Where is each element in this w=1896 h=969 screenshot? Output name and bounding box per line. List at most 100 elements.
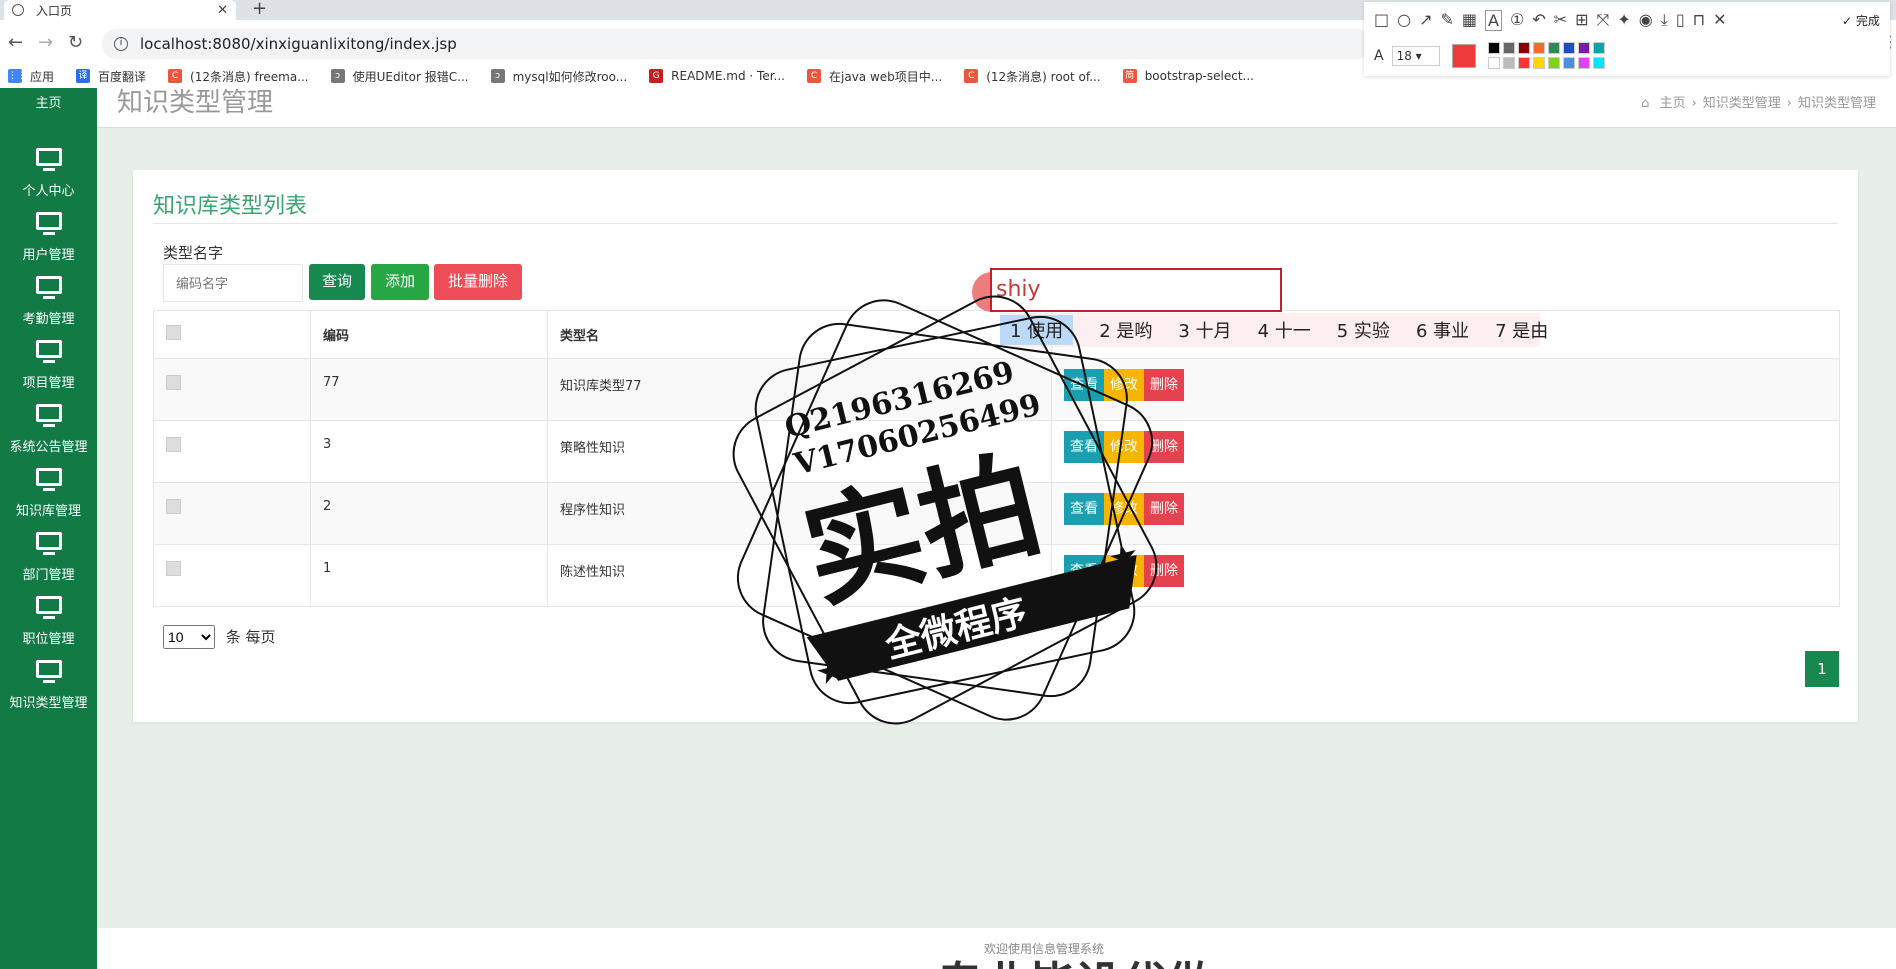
color-swatch[interactable] xyxy=(1578,42,1590,54)
monitor-icon xyxy=(35,404,62,427)
delete-button[interactable]: 删除 xyxy=(1144,555,1184,587)
font-size-value: 18 xyxy=(1396,49,1412,63)
color-swatch[interactable] xyxy=(1578,57,1590,69)
edit-button[interactable]: 修改 xyxy=(1104,431,1144,463)
close-tab-icon[interactable]: ✕ xyxy=(217,3,228,18)
sidebar-item[interactable]: 知识类型管理 xyxy=(0,660,97,730)
forward-icon[interactable]: → xyxy=(38,32,53,53)
bookmark-item[interactable]: ↄ 使用UEditor 报错C... xyxy=(330,68,469,85)
sidebar-item[interactable]: 系统公告管理 xyxy=(0,404,97,474)
delete-button[interactable]: 删除 xyxy=(1144,493,1184,525)
pin-to-screen-icon[interactable]: ✦ xyxy=(1617,10,1630,31)
ime-candidate[interactable]: 5 实验 xyxy=(1337,317,1390,343)
text-tool-icon[interactable]: A xyxy=(1485,10,1502,31)
select-all-checkbox[interactable] xyxy=(166,325,181,340)
browser-tab[interactable]: 入口页 ✕ xyxy=(4,0,236,20)
sidebar-item[interactable]: 考勤管理 xyxy=(0,276,97,346)
bookmark-item[interactable]: 简 bootstrap-select... xyxy=(1122,69,1254,83)
done-button[interactable]: ✓ 完成 xyxy=(1842,12,1880,29)
back-icon[interactable]: ← xyxy=(8,32,23,53)
ime-candidate[interactable]: 1 使用 xyxy=(1000,315,1074,345)
cancel-icon[interactable]: ✕ xyxy=(1713,10,1726,31)
phone-icon[interactable]: ▯ xyxy=(1676,10,1685,31)
record-icon[interactable]: ◉ xyxy=(1639,10,1653,31)
url-field[interactable]: i localhost:8080/xinxiguanlixitong/index… xyxy=(102,29,1372,59)
ime-candidate[interactable]: 3 十月 xyxy=(1178,317,1231,343)
pagination-current-page[interactable]: 1 xyxy=(1805,651,1839,687)
number-tool-icon[interactable]: ① xyxy=(1510,10,1524,31)
info-icon[interactable]: i xyxy=(114,37,128,51)
row-checkbox[interactable] xyxy=(166,375,181,390)
current-color-swatch[interactable] xyxy=(1452,44,1476,68)
pen-tool-icon[interactable]: ✎ xyxy=(1441,10,1454,31)
column-header-name: 类型名 xyxy=(547,310,1052,359)
page-size-select[interactable]: 10 xyxy=(163,625,215,649)
pin-icon[interactable]: ✂ xyxy=(1554,10,1567,31)
color-swatch[interactable] xyxy=(1593,57,1605,69)
monitor-icon xyxy=(35,340,62,363)
color-swatch[interactable] xyxy=(1533,57,1545,69)
bookmark-item[interactable]: ↄ mysql如何修改roo... xyxy=(490,68,627,85)
color-swatch[interactable] xyxy=(1503,57,1515,69)
color-swatch[interactable] xyxy=(1488,42,1500,54)
breadcrumb-item[interactable]: 知识类型管理 xyxy=(1703,96,1781,111)
color-swatch[interactable] xyxy=(1488,57,1500,69)
ocr-icon[interactable]: ⊞ xyxy=(1575,10,1588,31)
ime-candidate[interactable]: 6 事业 xyxy=(1416,317,1469,343)
breadcrumb-item[interactable]: 知识类型管理 xyxy=(1798,96,1876,111)
row-checkbox[interactable] xyxy=(166,437,181,452)
translate-icon[interactable]: ⤧ xyxy=(1597,10,1610,31)
view-button[interactable]: 查看 xyxy=(1064,555,1104,587)
batch-delete-button[interactable]: 批量删除 xyxy=(434,264,522,300)
query-button[interactable]: 查询 xyxy=(309,264,365,300)
sidebar-item[interactable]: 个人中心 xyxy=(0,148,97,218)
view-button[interactable]: 查看 xyxy=(1064,431,1104,463)
view-button[interactable]: 查看 xyxy=(1064,369,1104,401)
color-swatch[interactable] xyxy=(1503,42,1515,54)
sidebar-item[interactable]: 部门管理 xyxy=(0,532,97,602)
delete-button[interactable]: 删除 xyxy=(1144,369,1184,401)
undo-icon[interactable]: ↶ xyxy=(1532,10,1545,31)
sidebar-item[interactable]: 用户管理 xyxy=(0,212,97,282)
view-button[interactable]: 查看 xyxy=(1064,493,1104,525)
color-swatch[interactable] xyxy=(1563,42,1575,54)
color-swatch[interactable] xyxy=(1533,42,1545,54)
row-checkbox[interactable] xyxy=(166,561,181,576)
bookmark-item[interactable]: C 在java web项目中... xyxy=(807,68,942,85)
color-swatch[interactable] xyxy=(1593,42,1605,54)
bookmark-favicon-icon: C xyxy=(168,69,183,83)
color-swatch[interactable] xyxy=(1548,57,1560,69)
sidebar-item[interactable]: 主页 xyxy=(0,74,97,144)
row-checkbox[interactable] xyxy=(166,499,181,514)
mosaic-tool-icon[interactable]: ▦ xyxy=(1462,10,1477,31)
rectangle-tool-icon[interactable]: □ xyxy=(1374,10,1389,31)
new-tab-icon[interactable]: + xyxy=(252,0,267,18)
bookmark-item[interactable]: C (12条消息) root of... xyxy=(964,68,1101,85)
bookmark-icon[interactable]: ⊓ xyxy=(1693,10,1705,31)
download-icon[interactable]: ⤓ xyxy=(1661,10,1668,31)
color-swatch[interactable] xyxy=(1518,57,1530,69)
delete-button[interactable]: 删除 xyxy=(1144,431,1184,463)
edit-button[interactable]: 修改 xyxy=(1104,369,1144,401)
add-button[interactable]: 添加 xyxy=(371,264,429,300)
sidebar-item[interactable]: 职位管理 xyxy=(0,596,97,666)
bookmark-item[interactable]: G README.md · Ter... xyxy=(649,69,785,83)
ellipse-tool-icon[interactable]: ○ xyxy=(1397,10,1411,31)
color-swatch[interactable] xyxy=(1518,42,1530,54)
edit-button[interactable]: 修改 xyxy=(1104,555,1144,587)
breadcrumb-item[interactable]: 主页 xyxy=(1660,96,1686,111)
arrow-tool-icon[interactable]: ↗ xyxy=(1419,10,1432,31)
edit-button[interactable]: 修改 xyxy=(1104,493,1144,525)
font-size-select[interactable]: 18 ▾ xyxy=(1391,46,1440,66)
ime-candidate[interactable]: 2 是哟 xyxy=(1099,317,1152,343)
ime-candidate[interactable]: 7 是由 xyxy=(1495,317,1548,343)
sidebar-item-label: 用户管理 xyxy=(22,248,75,263)
ime-candidate[interactable]: 4 十一 xyxy=(1258,317,1311,343)
reload-icon[interactable]: ↻ xyxy=(68,32,83,53)
sidebar-item[interactable]: 项目管理 xyxy=(0,340,97,410)
sidebar-item[interactable]: 知识库管理 xyxy=(0,468,97,538)
ime-composition-box[interactable]: shiy xyxy=(990,268,1282,312)
search-input[interactable] xyxy=(163,264,303,302)
color-swatch[interactable] xyxy=(1548,42,1560,54)
color-swatch[interactable] xyxy=(1563,57,1575,69)
